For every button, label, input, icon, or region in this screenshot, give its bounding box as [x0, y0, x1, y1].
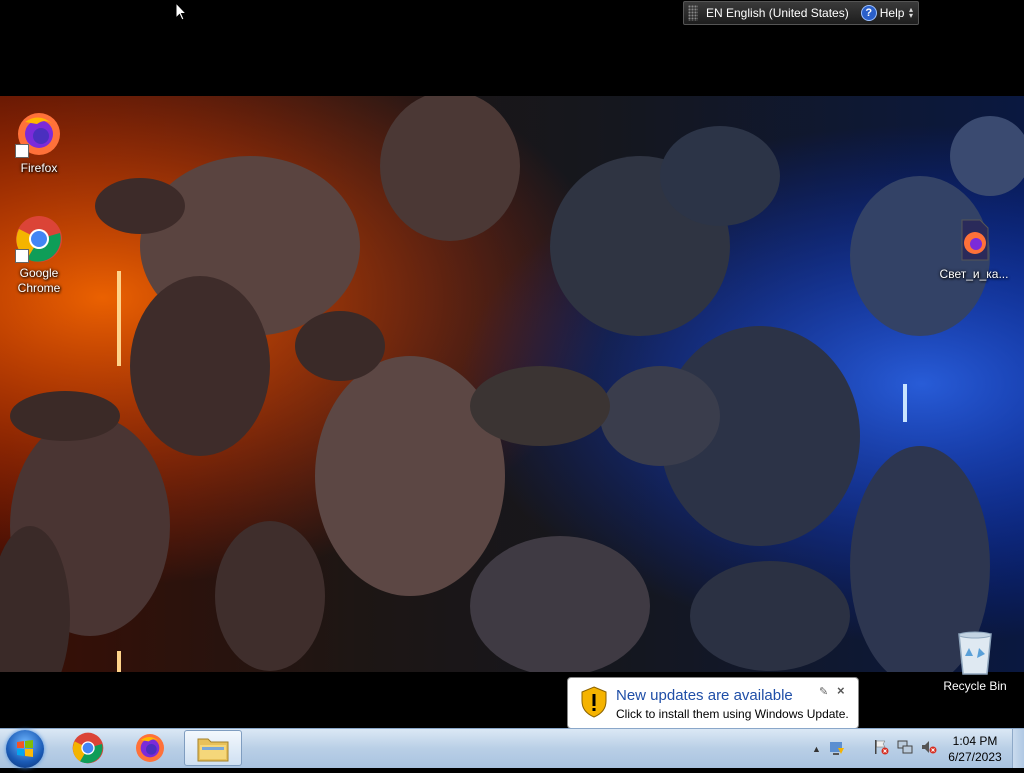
taskbar: ▲ 1:04 PM 6/27/2023: [0, 728, 1024, 768]
mouse-cursor-icon: [175, 1, 188, 26]
windows-logo-icon: [17, 740, 33, 757]
language-bar[interactable]: EN English (United States) ? Help ▴ ▾: [683, 1, 919, 25]
firefox-icon: [136, 734, 164, 762]
input-language-button[interactable]: EN English (United States): [706, 6, 849, 20]
desktop-icon-google-chrome[interactable]: Google Chrome: [1, 215, 77, 296]
notification-title: New updates are available: [616, 687, 793, 704]
notification-close-icon[interactable]: ×: [837, 683, 845, 698]
windows-update-notification[interactable]: New updates are available Click to insta…: [567, 677, 859, 738]
help-label: Help: [879, 6, 905, 20]
google-chrome-icon: [15, 215, 63, 263]
desktop-icon-label: Firefox: [20, 161, 58, 175]
language-bar-options-icon[interactable]: ▴ ▾: [909, 6, 913, 20]
show-hidden-icons-icon[interactable]: ▲: [812, 744, 821, 754]
recycle-bin-icon: [951, 630, 999, 676]
firefox-icon: [15, 110, 63, 158]
language-bar-grip-icon[interactable]: [688, 5, 698, 21]
taskbar-clock[interactable]: 1:04 PM 6/27/2023: [940, 733, 1010, 765]
clock-time: 1:04 PM: [952, 734, 998, 748]
shortcut-arrow-icon: [15, 249, 29, 263]
shortcut-arrow-icon: [15, 144, 29, 158]
taskbar-firefox-button[interactable]: [121, 730, 179, 766]
help-button[interactable]: ? Help: [860, 5, 905, 21]
google-chrome-icon: [72, 732, 104, 764]
notification-body: Click to install them using Windows Upda…: [616, 707, 849, 721]
taskbar-explorer-button[interactable]: [184, 730, 242, 766]
volume-muted-icon[interactable]: [921, 739, 937, 760]
notification-options-icon[interactable]: ✎: [819, 685, 828, 698]
desktop-icon-label: Recycle Bin: [943, 679, 1007, 693]
show-desktop-button[interactable]: [1012, 729, 1024, 768]
clock-date: 6/27/2023: [948, 750, 1002, 764]
desktop-icon-label: Свет_и_ка...: [939, 267, 1009, 281]
help-icon: ?: [860, 5, 877, 21]
action-center-flag-icon[interactable]: [873, 739, 889, 760]
desktop-icon-label: Google Chrome: [17, 266, 61, 295]
desktop-icon-recycle-bin[interactable]: Recycle Bin: [937, 630, 1013, 694]
taskbar-chrome-button[interactable]: [59, 730, 117, 766]
firefox-html-file-icon: [950, 216, 998, 264]
system-tray: ▲: [812, 737, 937, 761]
windows-update-tray-icon[interactable]: [829, 739, 845, 760]
network-icon[interactable]: [897, 739, 913, 760]
warning-shield-icon: [580, 686, 608, 723]
folder-icon: [197, 738, 229, 762]
desktop-icon-firefox[interactable]: Firefox: [1, 110, 77, 176]
start-button[interactable]: [6, 730, 44, 768]
desktop-wallpaper: [0, 96, 1024, 672]
desktop-icon-html-file[interactable]: Свет_и_ка...: [936, 216, 1012, 282]
